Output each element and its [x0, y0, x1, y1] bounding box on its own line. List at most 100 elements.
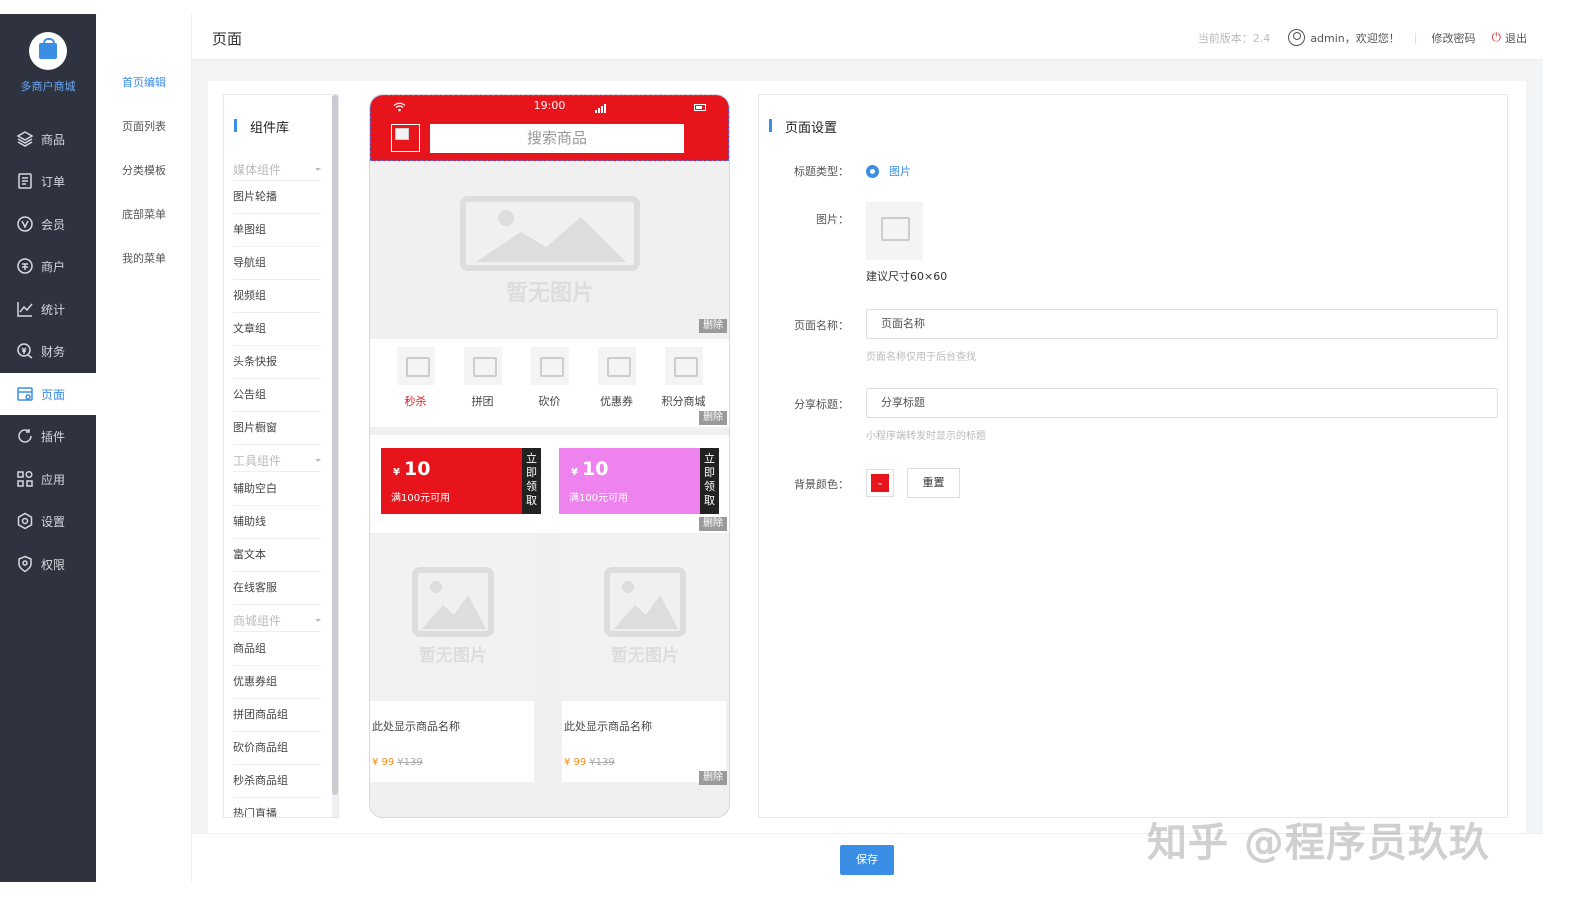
nav-label: 统计 — [41, 302, 66, 317]
nav-cell-flash-sale[interactable]: 秒杀 — [388, 347, 444, 409]
radio-selected-icon — [866, 164, 879, 178]
component-group-buy[interactable]: 拼团商品组 — [233, 701, 321, 732]
component-article[interactable]: 文章组 — [233, 315, 321, 346]
group-tools[interactable]: 工具组件 — [233, 452, 321, 472]
nav-item-orders[interactable]: 订单 — [0, 160, 96, 202]
nav-item-settings[interactable]: 设置 — [0, 500, 96, 542]
brand-logo[interactable]: 多商户商城 — [0, 32, 96, 94]
subnav-my-menu[interactable]: 我的菜单 — [96, 250, 192, 266]
power-icon[interactable]: ⏻ — [1492, 30, 1502, 45]
reset-button[interactable]: 重置 — [907, 468, 960, 498]
subnav-category-template[interactable]: 分类模板 — [96, 162, 192, 178]
bg-color-picker[interactable]: ⌄ — [866, 469, 894, 497]
nav-item-stats[interactable]: 统计 — [0, 288, 96, 330]
nav-item-pages[interactable]: 页面 — [0, 373, 96, 415]
goods-card[interactable]: 暂无图片 此处显示商品名称 ¥ 99 ¥139 — [370, 535, 534, 782]
share-title-input[interactable]: 分享标题 — [866, 388, 1498, 418]
coupon-card[interactable]: ¥10 满100元可用 立即领取 — [381, 448, 541, 514]
watermark: 知乎 @程序员玖玖 — [1147, 820, 1490, 866]
delete-tag[interactable]: 删除 — [699, 319, 727, 333]
layers-icon — [16, 131, 34, 147]
chart-icon — [17, 302, 33, 317]
goods-block[interactable]: 暂无图片 此处显示商品名称 ¥ 99 ¥139 暂无图片 此处显示商品名称 ¥ … — [370, 535, 729, 791]
nav-item-apps[interactable]: 应用 — [0, 458, 96, 500]
component-headline[interactable]: 头条快报 — [233, 348, 321, 379]
component-flash-sale[interactable]: 秒杀商品组 — [233, 767, 321, 798]
goods-card[interactable]: 暂无图片 此处显示商品名称 ¥ 99 ¥139 — [562, 535, 726, 782]
image-size-hint: 建议尺寸60×60 — [866, 270, 948, 283]
nav-item-permissions[interactable]: 权限 — [0, 543, 96, 585]
user-icon — [1288, 29, 1306, 46]
phone-search-box[interactable]: 搜索商品 — [430, 124, 684, 153]
nav-cell-points-mall[interactable]: 积分商城 — [656, 347, 712, 409]
nav-item-merchants[interactable]: 商户 — [0, 245, 96, 287]
component-richtext[interactable]: 富文本 — [233, 541, 321, 572]
save-button[interactable]: 保存 — [840, 845, 894, 875]
settings-icon — [17, 512, 33, 530]
component-showcase[interactable]: 图片橱窗 — [233, 414, 321, 445]
banner-block[interactable]: 暂无图片 删除 — [370, 161, 729, 337]
component-spacer[interactable]: 辅助空白 — [233, 475, 321, 506]
nav-item-members[interactable]: 会员 — [0, 203, 96, 245]
page-name-input[interactable]: 页面名称 — [866, 309, 1498, 339]
nav-grid-block[interactable]: 秒杀 拼团 砍价 优惠券 积分商城 删除 — [370, 339, 729, 427]
brand-name: 多商户商城 — [20, 80, 76, 93]
coupon-condition: 满100元可用 — [569, 493, 629, 504]
logout-link[interactable]: 退出 — [1505, 30, 1527, 46]
component-goods[interactable]: 商品组 — [233, 635, 321, 666]
component-bargain[interactable]: 砍价商品组 — [233, 734, 321, 765]
status-time: 19:00 — [533, 99, 566, 112]
image-placeholder-icon — [463, 347, 502, 385]
header-image-placeholder[interactable] — [391, 124, 420, 152]
change-password-link[interactable]: 修改密码 — [1432, 30, 1476, 46]
nav-cell-group-buy[interactable]: 拼团 — [455, 347, 511, 409]
goods-price: ¥ 99 ¥139 — [564, 757, 615, 768]
nav-item-goods[interactable]: 商品 — [0, 118, 96, 160]
nav-cell-label: 积分商城 — [661, 395, 706, 408]
top-bar: 页面 当前版本：2.4 admin，欢迎您！ | 修改密码 ⏻ 退出 — [192, 14, 1543, 60]
delete-tag[interactable]: 删除 — [699, 517, 727, 531]
group-mall[interactable]: 商城组件 — [233, 612, 321, 632]
coupon-get-button[interactable]: 立即领取 — [700, 448, 719, 514]
image-upload-box[interactable] — [866, 202, 923, 260]
welcome-text[interactable]: admin，欢迎您！ — [1310, 30, 1399, 46]
component-single-image[interactable]: 单图组 — [233, 216, 321, 247]
image-placeholder-icon — [664, 347, 703, 385]
coupon-card[interactable]: ¥10 满100元可用 立即领取 — [559, 448, 719, 514]
phone-header-block[interactable]: 19:00 搜索商品 — [370, 95, 729, 161]
nav-cell-bargain[interactable]: 砍价 — [522, 347, 578, 409]
editor-area: 组件库 媒体组件 图片轮播 单图组 导航组 视频组 文章组 头条快报 公告组 图… — [208, 81, 1526, 833]
component-coupons[interactable]: 优惠券组 — [233, 668, 321, 699]
title-type-radio[interactable]: 图片 — [866, 163, 911, 179]
divider: | — [1413, 31, 1418, 44]
title-type-label: 标题类型： — [794, 165, 849, 178]
nav-cell-coupon[interactable]: 优惠券 — [589, 347, 645, 409]
component-notice[interactable]: 公告组 — [233, 381, 321, 412]
delete-tag[interactable]: 删除 — [699, 771, 727, 785]
component-divider[interactable]: 辅助线 — [233, 508, 321, 539]
nav-label: 应用 — [41, 472, 66, 487]
nav-item-finance[interactable]: 财务 — [0, 330, 96, 372]
component-carousel[interactable]: 图片轮播 — [233, 183, 321, 214]
subnav-home-edit[interactable]: 首页编辑 — [96, 74, 192, 90]
delete-tag[interactable]: 删除 — [699, 411, 727, 425]
nav-label: 设置 — [41, 514, 66, 529]
group-media[interactable]: 媒体组件 — [233, 161, 321, 181]
coupon-get-button[interactable]: 立即领取 — [522, 448, 541, 514]
component-video[interactable]: 视频组 — [233, 282, 321, 313]
library-scrollbar[interactable] — [332, 95, 338, 817]
component-live[interactable]: 热门直播 — [233, 800, 321, 817]
component-service[interactable]: 在线客服 — [233, 574, 321, 605]
coupon-block[interactable]: ¥10 满100元可用 立即领取 ¥10 满100元可用 立即领取 删除 — [370, 435, 729, 533]
subnav-bottom-menu[interactable]: 底部菜单 — [96, 206, 192, 222]
subnav-page-list[interactable]: 页面列表 — [96, 118, 192, 134]
no-image-text: 暂无图片 — [419, 646, 487, 666]
goods-image: 暂无图片 — [370, 535, 534, 701]
component-nav[interactable]: 导航组 — [233, 249, 321, 280]
shop-bag-icon — [29, 32, 67, 70]
share-title-hint: 小程序端转发时显示的标题 — [866, 431, 986, 442]
image-placeholder-icon — [604, 567, 686, 637]
image-label: 图片： — [816, 213, 849, 226]
nav-item-plugins[interactable]: 插件 — [0, 415, 96, 457]
merchant-icon — [17, 258, 33, 274]
